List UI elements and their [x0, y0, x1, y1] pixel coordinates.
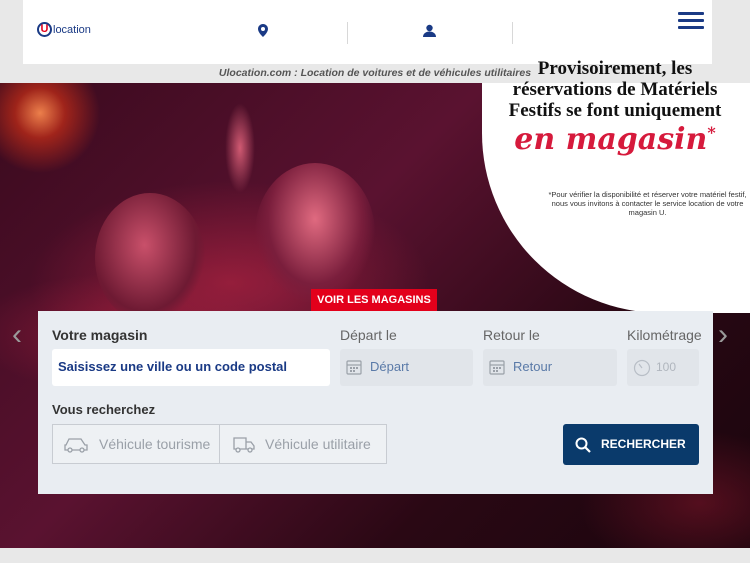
store-input-value: Saisissez une ville ou un code postal	[58, 359, 288, 374]
voir-magasins-button[interactable]: VOIR LES MAGASINS	[311, 289, 437, 311]
promo-title: Provisoirement, les réservations de Maté…	[508, 58, 722, 121]
car-icon	[64, 438, 88, 453]
hero-photo-person	[255, 163, 375, 303]
kilometrage-placeholder: 100	[656, 360, 677, 374]
vehicle-tourisme-label: Véhicule tourisme	[99, 436, 211, 452]
promo-footnote: *Pour vérifier la disponibilité et réser…	[548, 190, 747, 217]
vehicle-type-label: Vous recherchez	[52, 402, 156, 417]
retour-label: Retour le	[483, 327, 540, 343]
ulocation-logo[interactable]: U location	[37, 22, 91, 37]
calendar-icon	[346, 360, 362, 375]
site-header: U location	[23, 0, 712, 64]
search-button[interactable]: RECHERCHER	[563, 424, 699, 465]
page: U location Ulocation.com : Location de v…	[0, 0, 750, 563]
vehicle-utilitaire-option[interactable]: Véhicule utilitaire	[219, 424, 387, 464]
kilometrage-input[interactable]: 100	[627, 349, 699, 386]
carousel-next-arrow[interactable]: ›	[718, 318, 728, 352]
speedometer-icon	[633, 359, 651, 377]
logo-u-mark: U	[37, 22, 52, 37]
depart-label: Départ le	[340, 327, 397, 343]
hero-photo-person	[95, 193, 205, 323]
header-divider	[512, 22, 513, 44]
vehicle-tourisme-option[interactable]: Véhicule tourisme	[52, 424, 220, 464]
van-icon	[233, 437, 255, 453]
carousel-prev-arrow[interactable]: ‹	[12, 318, 22, 352]
search-icon	[575, 437, 591, 453]
promo-highlight: en magasin*	[490, 122, 740, 157]
retour-placeholder: Retour	[513, 359, 553, 374]
depart-placeholder: Départ	[370, 359, 410, 374]
logo-text: location	[53, 23, 91, 36]
calendar-icon	[489, 360, 505, 375]
retour-date-input[interactable]: Retour	[483, 349, 617, 386]
hero-photo-arm	[225, 103, 255, 193]
promo-asterisk: *	[707, 123, 716, 142]
depart-date-input[interactable]: Départ	[340, 349, 473, 386]
menu-icon[interactable]	[678, 12, 704, 33]
store-label: Votre magasin	[52, 327, 148, 343]
footer-strip	[0, 548, 750, 563]
search-button-label: RECHERCHER	[601, 437, 686, 451]
map-pin-icon[interactable]	[258, 24, 268, 42]
promo-highlight-text: en magasin	[514, 122, 708, 157]
user-icon[interactable]	[423, 24, 436, 42]
kilometrage-label: Kilométrage	[627, 327, 702, 343]
store-input[interactable]: Saisissez une ville ou un code postal	[52, 349, 330, 386]
vehicle-utilitaire-label: Véhicule utilitaire	[265, 436, 371, 452]
header-divider	[347, 22, 348, 44]
